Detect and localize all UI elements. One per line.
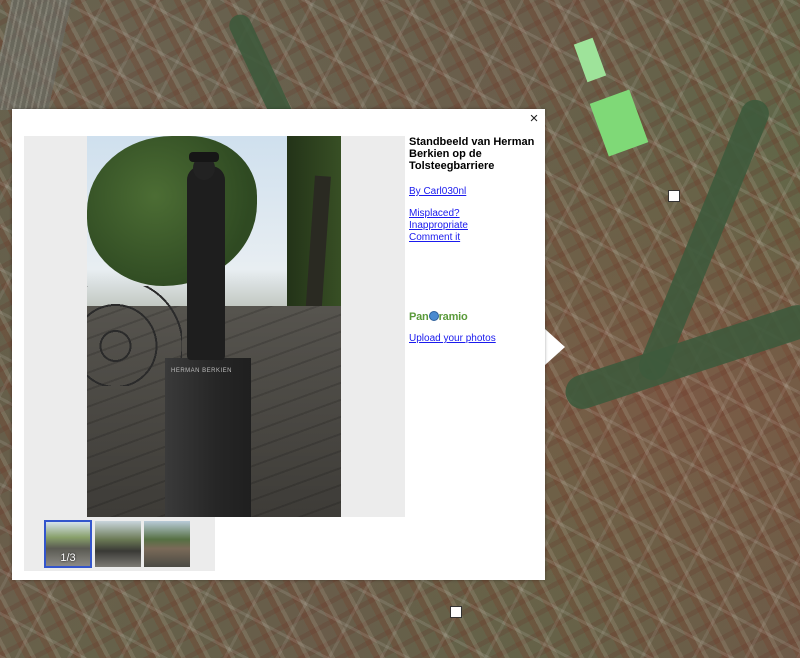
thumbnail-strip: 1/3 — [24, 517, 215, 571]
thumbnail-2[interactable] — [95, 521, 141, 567]
logo-prefix: Pan — [409, 311, 429, 323]
comment-link[interactable]: Comment it — [409, 232, 541, 244]
map-marker-icon[interactable] — [668, 190, 680, 202]
thumbnail-1[interactable]: 1/3 — [44, 520, 92, 568]
author-link[interactable]: By Carl030nl — [409, 186, 541, 198]
statue-pedestal — [165, 358, 251, 517]
photo-panel: HERMAN BERKIEN — [24, 136, 405, 517]
photo-actions: Misplaced? Inappropriate Comment it — [409, 208, 541, 244]
inappropriate-link[interactable]: Inappropriate — [409, 220, 541, 232]
logo-suffix: ramio — [438, 311, 468, 323]
statue-hat — [189, 152, 219, 162]
upload-photos-link[interactable]: Upload your photos — [409, 333, 496, 345]
photo-title: Standbeeld van Herman Berkien op de Tols… — [409, 136, 535, 172]
map-marker-icon[interactable] — [450, 606, 462, 618]
green-roof — [573, 37, 607, 83]
globe-icon — [428, 311, 439, 321]
thumbnail-3[interactable] — [144, 521, 190, 567]
panoramio-logo[interactable]: Pan ramio — [409, 311, 468, 323]
tree — [87, 136, 257, 286]
thumbnail-counter: 1/3 — [60, 552, 76, 564]
main-photo[interactable]: HERMAN BERKIEN — [87, 136, 341, 517]
railway-tracks — [0, 0, 72, 110]
photo-popup: × HERMAN BERKIEN 1/3 Standbeeld van Herm… — [12, 109, 545, 580]
statue — [187, 166, 225, 360]
close-button[interactable]: × — [527, 111, 541, 126]
green-roof — [589, 89, 649, 157]
pedestal-inscription: HERMAN BERKIEN — [171, 368, 233, 374]
photo-info: Standbeeld van Herman Berkien op de Tols… — [409, 136, 541, 244]
misplaced-link[interactable]: Misplaced? — [409, 208, 541, 220]
popup-pointer — [545, 329, 565, 365]
